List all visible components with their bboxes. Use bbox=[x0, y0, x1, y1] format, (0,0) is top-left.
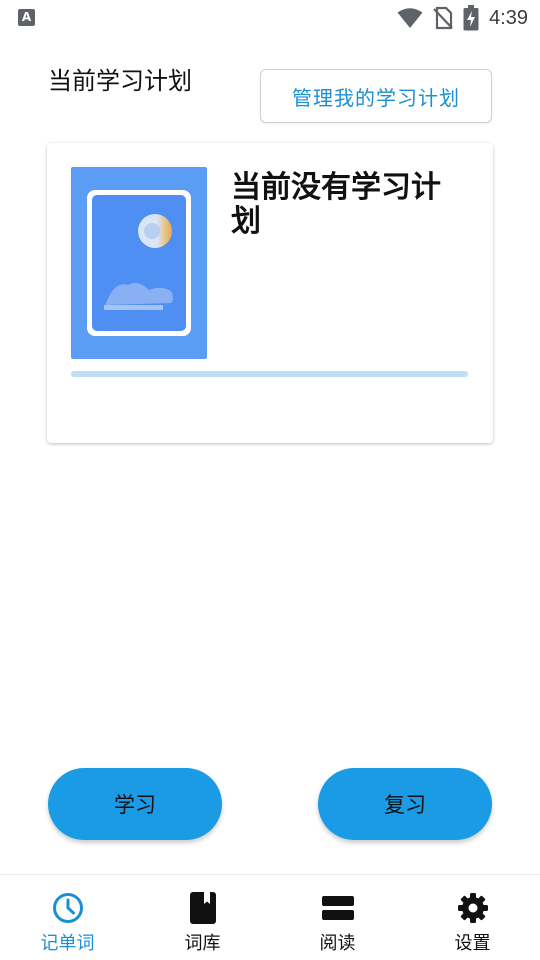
plan-progress-bar bbox=[71, 371, 468, 377]
status-bar: A 4:39 bbox=[0, 0, 540, 36]
clock-icon bbox=[51, 891, 85, 925]
nav-item-reading[interactable]: 阅读 bbox=[270, 875, 405, 960]
stack-icon bbox=[321, 891, 355, 925]
study-button[interactable]: 学习 bbox=[48, 768, 222, 840]
manage-plan-button[interactable]: 管理我的学习计划 bbox=[260, 69, 492, 123]
book-icon bbox=[186, 891, 220, 925]
review-button[interactable]: 复习 bbox=[318, 768, 492, 840]
gear-icon bbox=[456, 891, 490, 925]
wifi-icon bbox=[397, 8, 423, 28]
no-sim-icon bbox=[433, 6, 453, 30]
keyboard-notification-icon: A bbox=[18, 9, 35, 26]
plan-placeholder-image-icon bbox=[71, 167, 207, 359]
plan-title: 当前没有学习计划 bbox=[231, 170, 441, 239]
nav-item-word-bank[interactable]: 词库 bbox=[135, 875, 270, 960]
page-title: 当前学习计划 bbox=[48, 67, 192, 95]
nav-label-vocabulary: 记单词 bbox=[40, 933, 95, 954]
nav-label-reading: 阅读 bbox=[319, 933, 356, 954]
battery-charging-icon bbox=[463, 5, 479, 31]
bottom-navigation: 记单词 词库 阅读 设置 bbox=[0, 874, 540, 960]
nav-label-word-bank: 词库 bbox=[184, 933, 221, 954]
nav-item-settings[interactable]: 设置 bbox=[405, 875, 540, 960]
status-indicators: 4:39 bbox=[397, 5, 528, 31]
nav-item-vocabulary[interactable]: 记单词 bbox=[0, 875, 135, 960]
current-plan-card[interactable]: 当前没有学习计划 bbox=[47, 143, 493, 443]
status-time: 4:39 bbox=[489, 6, 528, 29]
nav-label-settings: 设置 bbox=[454, 933, 491, 954]
